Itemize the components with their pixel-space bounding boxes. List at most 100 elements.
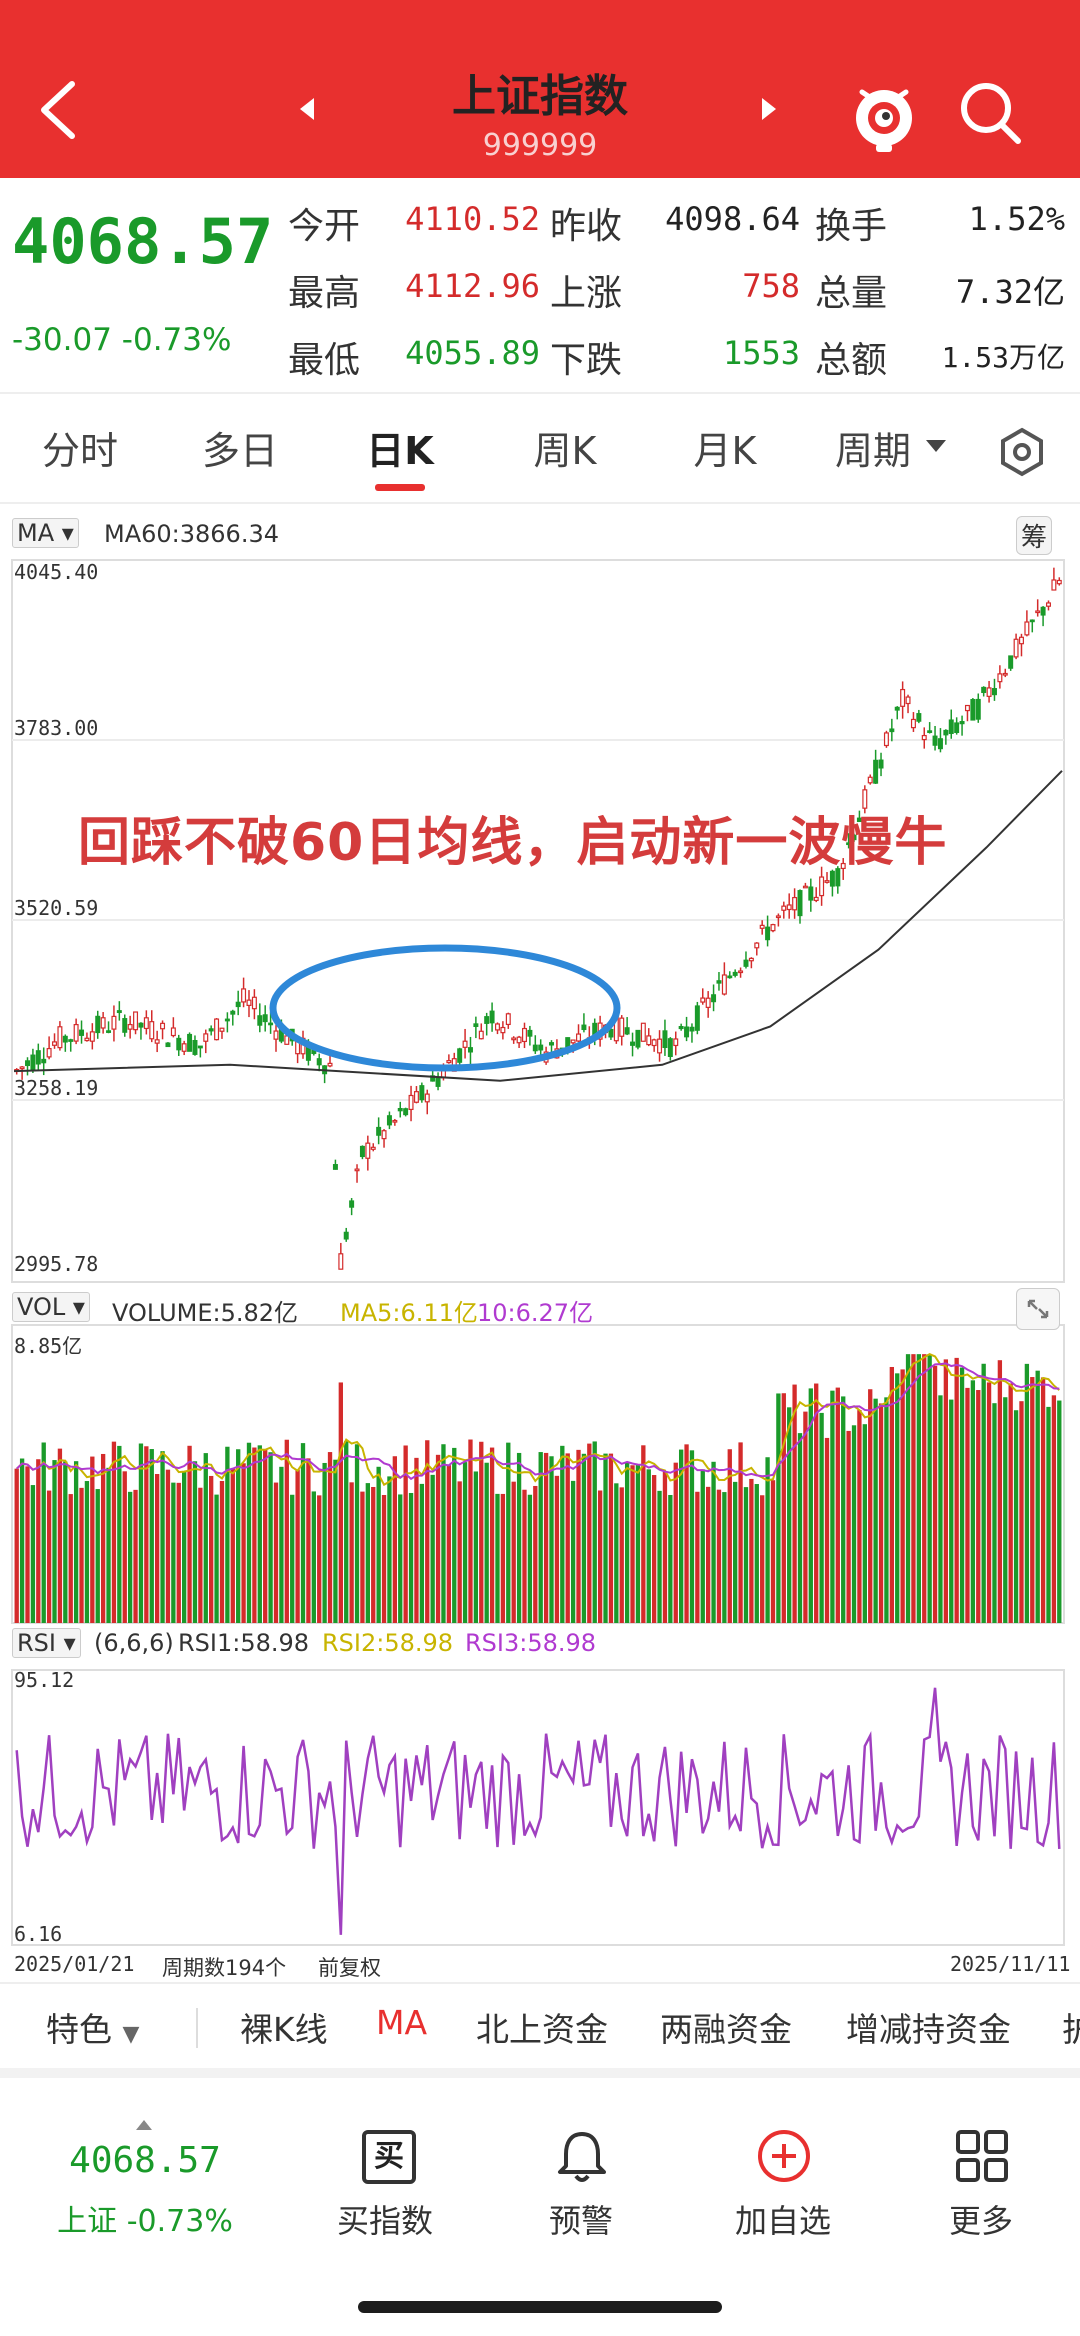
candle-body	[640, 1022, 646, 1042]
volume-bar	[198, 1487, 203, 1623]
amount-label: 总额	[815, 340, 888, 381]
candle-body	[62, 1035, 68, 1043]
candle-body	[705, 997, 711, 1008]
candle-body	[262, 1014, 268, 1023]
candle-body	[1029, 619, 1035, 623]
candle-body	[484, 1016, 490, 1024]
y-tick-label: 3258.19	[14, 1076, 99, 1100]
volume-bar	[554, 1475, 560, 1623]
volume-bar	[765, 1457, 770, 1623]
volume-bar	[619, 1487, 624, 1623]
mascot-button[interactable]	[848, 74, 920, 154]
candle-body	[646, 1035, 652, 1046]
volume-bar	[895, 1373, 900, 1623]
volume-bar	[884, 1397, 889, 1623]
rsi-indicator-select[interactable]: RSI ▾	[12, 1628, 81, 1658]
volume-bar	[349, 1482, 354, 1623]
chart-settings-button[interactable]	[994, 424, 1050, 480]
candle-body	[403, 1108, 409, 1116]
volume-bar	[1030, 1377, 1035, 1623]
chevron-down-icon	[926, 440, 946, 452]
volume-bar	[149, 1449, 154, 1623]
decliners-label: 下跌	[550, 340, 623, 381]
expand-button[interactable]	[1016, 1288, 1060, 1330]
grid-icon	[956, 2130, 1008, 2182]
period-count: 周期数194个	[162, 1956, 287, 1980]
candle-body	[46, 1048, 52, 1058]
candle-body	[35, 1050, 41, 1065]
tab-monthly-k[interactable]: 月K	[670, 420, 780, 475]
candle-body	[738, 970, 744, 974]
tab-daily-k[interactable]: 日K	[350, 420, 450, 475]
volume-bar	[322, 1462, 327, 1623]
prev-close-label: 昨收	[550, 206, 623, 247]
feature-naked-k[interactable]: 裸K线	[240, 2003, 328, 2051]
candle-body	[937, 738, 943, 750]
tab-multi-day[interactable]: 多日	[190, 420, 290, 475]
candle-body	[192, 1039, 198, 1055]
candle-body	[181, 1043, 187, 1052]
buy-index-button[interactable]: 买 买指数	[330, 2124, 440, 2264]
volume-bar	[787, 1407, 792, 1623]
candle-body	[467, 1047, 473, 1053]
volume-indicator-label: VOL	[17, 1293, 66, 1321]
volume-bar	[689, 1450, 695, 1623]
feature-northbound[interactable]: 北上资金	[476, 2003, 608, 2051]
feature-ma[interactable]: MA	[376, 2003, 427, 2042]
home-indicator[interactable]	[358, 2301, 722, 2313]
tab-weekly-k[interactable]: 周K	[510, 420, 620, 475]
add-watchlist-button[interactable]: 加自选	[728, 2124, 838, 2264]
next-index-arrow[interactable]	[762, 98, 776, 120]
volume-bar	[338, 1382, 343, 1623]
volume-bar	[954, 1357, 959, 1623]
volume-bar	[176, 1482, 181, 1623]
candle-body	[819, 876, 825, 897]
volume-bar	[846, 1430, 851, 1623]
feature-holdings-change[interactable]: 增减持资金	[846, 2003, 1011, 2051]
candle-body	[349, 1200, 355, 1208]
volume-bar	[651, 1475, 657, 1623]
volume-bar	[576, 1449, 581, 1623]
search-button[interactable]	[952, 74, 1032, 154]
volume-bar	[830, 1390, 835, 1623]
more-button[interactable]: 更多	[926, 2124, 1036, 2264]
volume-bar	[976, 1390, 981, 1623]
candle-body	[732, 971, 738, 976]
volume-indicator-select[interactable]: VOL ▾	[12, 1292, 90, 1322]
volume-bar	[878, 1403, 884, 1623]
volume-bar	[133, 1489, 138, 1623]
candle-body	[727, 975, 733, 979]
candle-body	[700, 997, 706, 1003]
volume-bar	[484, 1462, 489, 1623]
rsi1-value: RSI1:58.98	[178, 1629, 310, 1657]
volume-bar	[284, 1439, 289, 1623]
volume-bar	[1019, 1401, 1024, 1623]
candle-body	[138, 1022, 144, 1028]
volume-bar	[684, 1444, 689, 1623]
feature-special[interactable]: 特色 ▼	[46, 2003, 139, 2051]
volume-bar	[781, 1393, 786, 1623]
candle-body	[365, 1142, 371, 1159]
volume-bar	[1013, 1410, 1019, 1623]
volume-bar	[192, 1461, 198, 1623]
candle-body	[905, 696, 911, 705]
search-icon	[961, 83, 1021, 144]
volume-bar	[495, 1493, 500, 1623]
volume-bar	[1003, 1397, 1008, 1623]
candle-body	[824, 880, 830, 883]
amount-value: 1.53万亿	[941, 341, 1065, 374]
candle-body	[241, 988, 247, 1003]
volume-bar	[711, 1461, 716, 1623]
feature-more[interactable]: 护	[1062, 2003, 1080, 2051]
volume-bar	[1008, 1383, 1013, 1623]
volume-bar	[949, 1399, 954, 1623]
tab-intraday[interactable]: 分时	[30, 420, 130, 475]
candle-body	[651, 1039, 657, 1047]
volume-bar	[959, 1367, 965, 1623]
feature-margin[interactable]: 两融资金	[660, 2003, 792, 2051]
tab-period[interactable]: 周期	[818, 420, 928, 475]
candle-body	[408, 1094, 414, 1111]
volume-bar	[516, 1452, 522, 1623]
alert-button[interactable]: 预警	[526, 2124, 636, 2264]
expand-up-icon[interactable]	[136, 2120, 152, 2130]
